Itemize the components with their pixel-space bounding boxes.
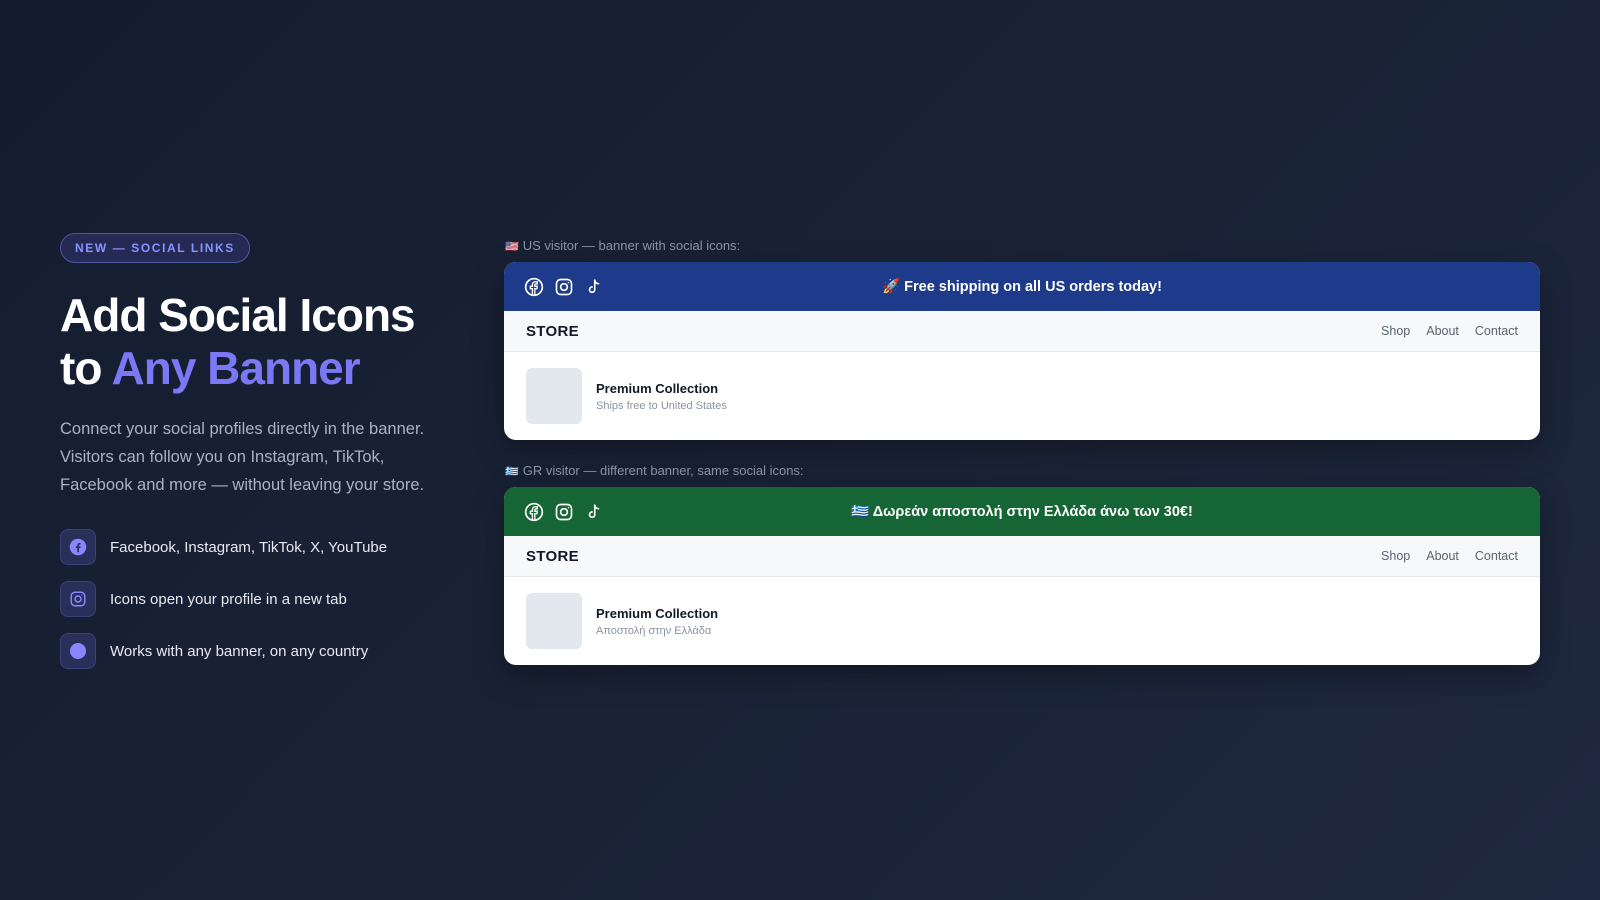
product-row[interactable]: Premium Collection Ships free to United …: [504, 352, 1540, 440]
nav-link-shop[interactable]: Shop: [1381, 549, 1410, 563]
feature-item-platforms: Facebook, Instagram, TikTok, X, YouTube: [60, 529, 460, 565]
banner-message: 🚀 Free shipping on all US orders today!: [882, 279, 1162, 295]
store-navbar: STORE Shop About Contact: [504, 536, 1540, 577]
nav-link-about[interactable]: About: [1426, 549, 1459, 563]
tiktok-icon[interactable]: [584, 502, 604, 522]
product-subtitle: Ships free to United States: [596, 399, 727, 412]
feature-list: Facebook, Instagram, TikTok, X, YouTube …: [60, 529, 460, 669]
headline-accent: Any Banner: [111, 342, 361, 394]
product-thumbnail: [526, 368, 582, 424]
store-logo[interactable]: STORE: [526, 323, 579, 340]
store-navbar: STORE Shop About Contact: [504, 311, 1540, 352]
nav-link-about[interactable]: About: [1426, 324, 1459, 338]
nav-link-shop[interactable]: Shop: [1381, 324, 1410, 338]
preview-caption-gr: 🇬🇷 GR visitor — different banner, same so…: [505, 463, 804, 478]
announcement-banner: 🇬🇷 Δωρεάν αποστολή στην Ελλάδα άνω των 3…: [504, 487, 1540, 536]
store-preview-gr: 🇬🇷 Δωρεάν αποστολή στην Ελλάδα άνω των 3…: [504, 487, 1540, 665]
store-preview-us: 🚀 Free shipping on all US orders today!: [504, 262, 1540, 440]
headline-line1: Add Social Icons: [60, 289, 416, 341]
product-title: Premium Collection: [596, 380, 719, 396]
feature-text: Works with any banner, on any country: [110, 642, 369, 660]
headline-line2-prefix: to: [60, 342, 112, 394]
caption-text: US visitor — banner with social icons:: [522, 238, 741, 253]
facebook-icon[interactable]: [524, 277, 544, 297]
dot-icon: [60, 633, 96, 669]
announcement-banner: 🚀 Free shipping on all US orders today!: [504, 262, 1540, 311]
tiktok-icon[interactable]: [584, 277, 604, 297]
facebook-icon[interactable]: [524, 502, 544, 522]
page-headline: Add Social Icons to Any Banner: [60, 289, 460, 395]
caption-text: GR visitor — different banner, same soci…: [522, 463, 804, 478]
instagram-icon: [60, 581, 96, 617]
gr-flag-icon: 🇬🇷: [505, 466, 519, 478]
nav-links: Shop About Contact: [1381, 324, 1518, 338]
product-title: Premium Collection: [596, 605, 719, 621]
feature-item-any-banner: Works with any banner, on any country: [60, 633, 460, 669]
social-icons: [504, 277, 604, 297]
banner-message: 🇬🇷 Δωρεάν αποστολή στην Ελλάδα άνω των 3…: [851, 504, 1193, 520]
new-feature-badge: NEW — SOCIAL LINKS: [60, 233, 250, 263]
feature-item-new-tab: Icons open your profile in a new tab: [60, 581, 460, 617]
feature-text: Facebook, Instagram, TikTok, X, YouTube: [110, 538, 388, 556]
us-flag-icon: 🇺🇸: [505, 241, 519, 253]
nav-link-contact[interactable]: Contact: [1475, 324, 1518, 338]
preview-caption-us: 🇺🇸 US visitor — banner with social icons:: [505, 238, 740, 253]
instagram-icon[interactable]: [554, 277, 574, 297]
product-row[interactable]: Premium Collection Αποστολή στην Ελλάδα: [504, 577, 1540, 665]
nav-link-contact[interactable]: Contact: [1475, 549, 1518, 563]
instagram-icon[interactable]: [554, 502, 574, 522]
hero-description: Connect your social profiles directly in…: [60, 420, 425, 494]
product-subtitle: Αποστολή στην Ελλάδα: [596, 624, 712, 637]
product-thumbnail: [526, 593, 582, 649]
nav-links: Shop About Contact: [1381, 549, 1518, 563]
facebook-icon: [60, 529, 96, 565]
store-logo[interactable]: STORE: [526, 548, 579, 565]
social-icons: [504, 502, 604, 522]
hero-section: NEW — SOCIAL LINKS Add Social Icons to A…: [60, 233, 460, 685]
feature-text: Icons open your profile in a new tab: [110, 590, 347, 608]
